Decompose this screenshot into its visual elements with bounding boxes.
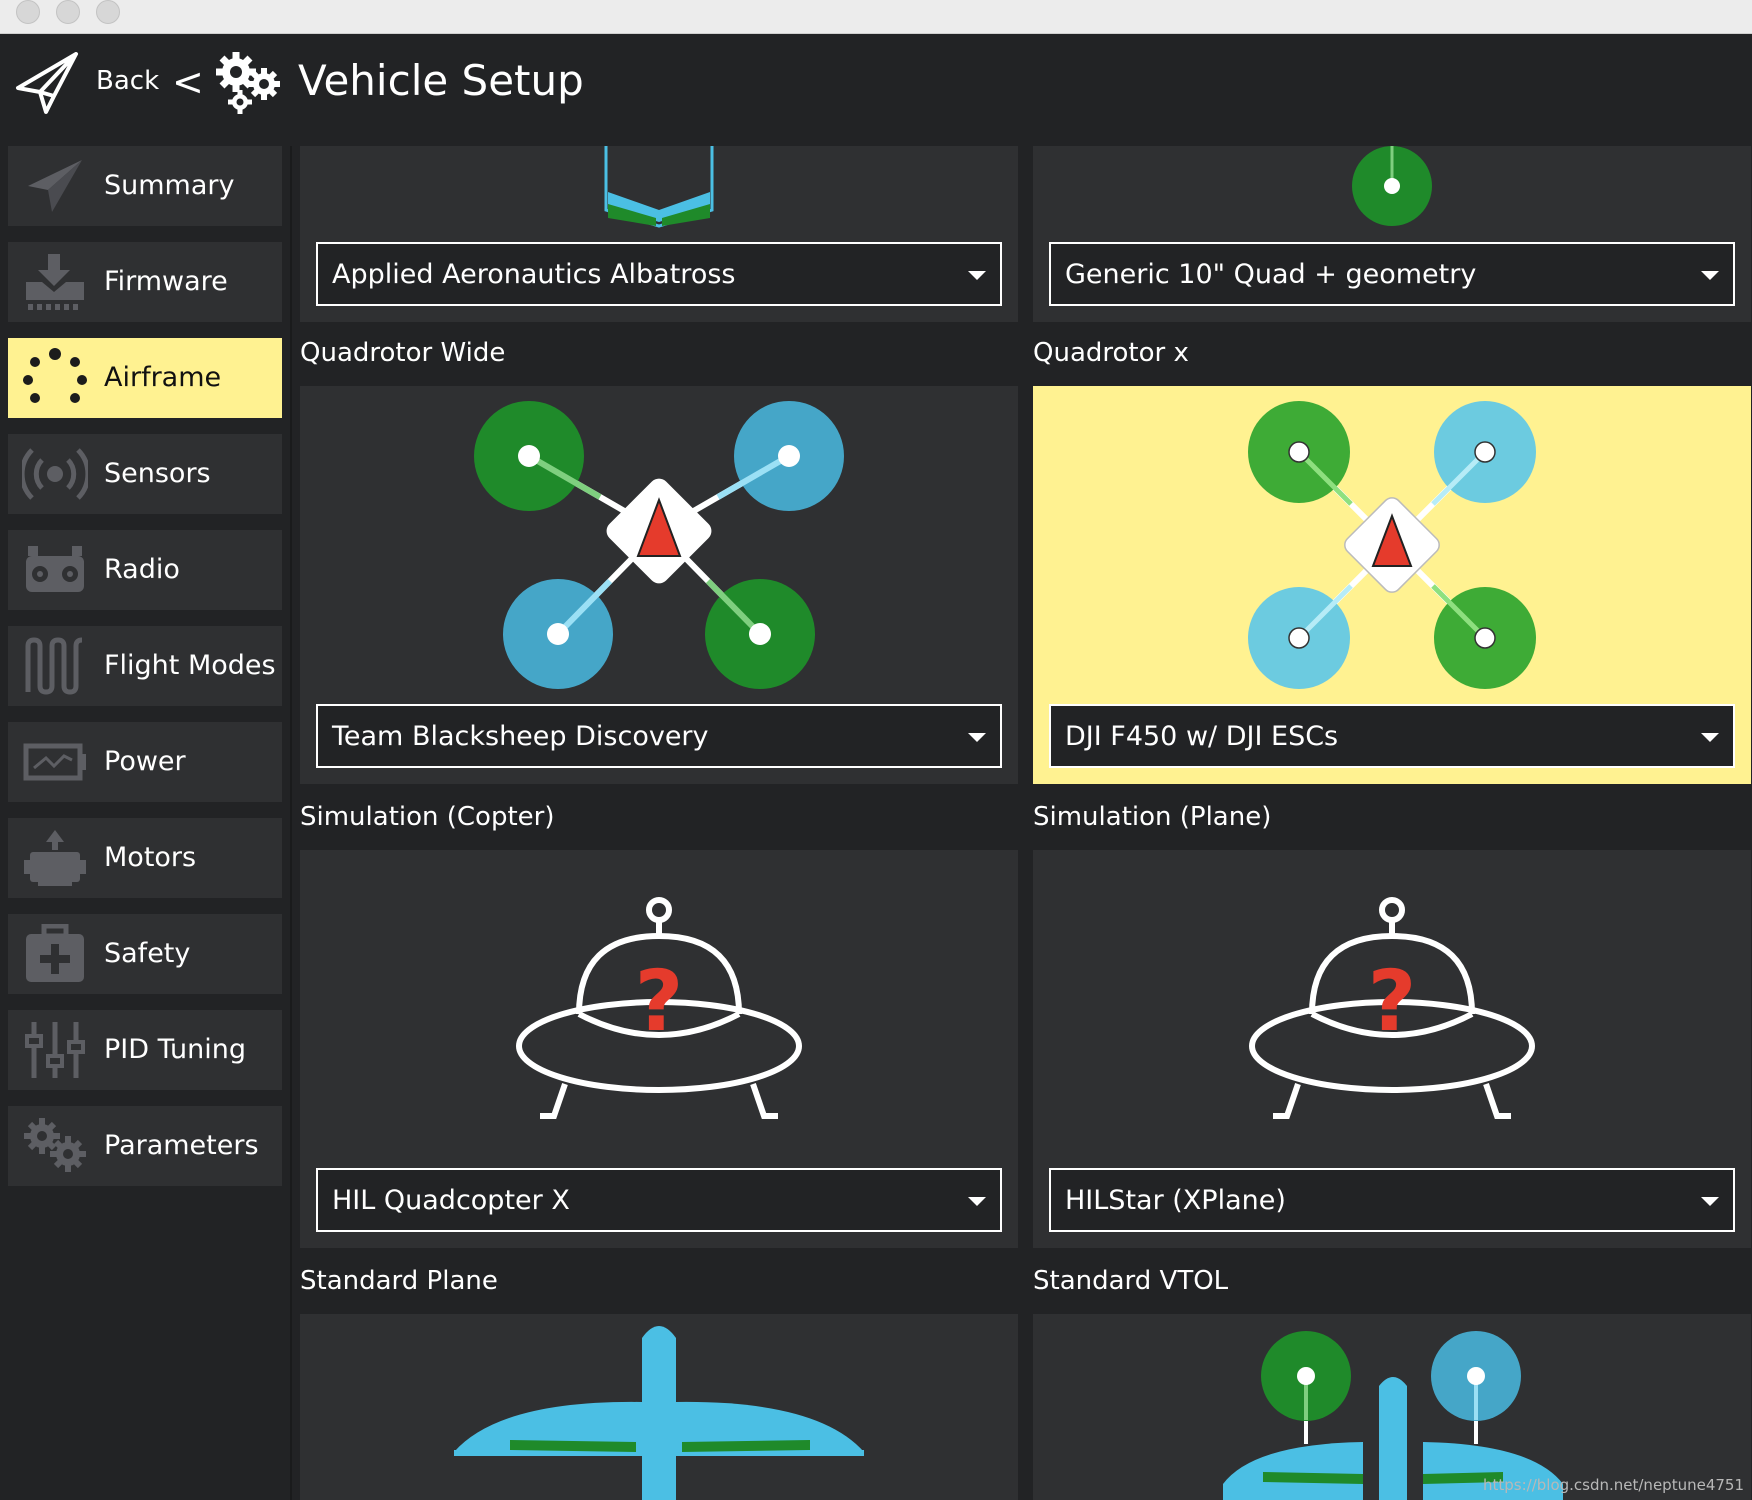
sidebar-item-airframe[interactable]: Airframe — [8, 338, 282, 418]
waveform-icon — [25, 637, 83, 695]
sidebar-item-sensors[interactable]: Sensors — [8, 434, 282, 514]
sidebar-item-radio[interactable]: Radio — [8, 530, 282, 610]
quadrotor-wide-illustration — [474, 401, 844, 689]
group-label-quadrotor-wide: Quadrotor Wide — [300, 338, 506, 368]
battery-icon — [23, 743, 86, 781]
group-label-simulation-copter: Simulation (Copter) — [300, 802, 555, 832]
dropdown-caret-icon — [1701, 271, 1719, 280]
sidebar-item-label: Airframe — [104, 362, 222, 393]
minimize-window-button[interactable] — [56, 0, 80, 24]
sidebar-item-label: Power — [104, 746, 186, 777]
dropdown-value: HIL Quadcopter X — [332, 1185, 570, 1216]
airframe-type-dropdown[interactable]: Team Blacksheep Discovery — [316, 704, 1002, 768]
motor-icon — [24, 830, 86, 886]
airframe-type-dropdown[interactable]: HIL Quadcopter X — [316, 1168, 1002, 1232]
sliders-icon — [25, 1022, 85, 1078]
back-button[interactable]: Back — [96, 66, 159, 96]
dropdown-value: Applied Aeronautics Albatross — [332, 259, 736, 290]
sidebar-item-power[interactable]: Power — [8, 722, 282, 802]
sidebar-item-pid-tuning[interactable]: PID Tuning — [8, 1010, 282, 1090]
close-window-button[interactable] — [16, 0, 40, 24]
airframe-card-flying-wing[interactable]: Applied Aeronautics Albatross — [300, 146, 1018, 322]
sidebar-item-label: Safety — [104, 938, 191, 969]
svg-text:?: ? — [1368, 952, 1417, 1050]
quadrotor-x-illustration — [1248, 401, 1536, 689]
zoom-window-button[interactable] — [96, 0, 120, 24]
airframe-card-quad-plus[interactable]: Generic 10" Quad + geometry — [1033, 146, 1751, 322]
ufo-unknown-icon: ? — [1249, 897, 1535, 1119]
standard-plane-illustration — [454, 1326, 864, 1500]
airframe-card-standard-vtol[interactable] — [1033, 1314, 1751, 1500]
sidebar-item-label: Parameters — [104, 1130, 259, 1161]
sidebar-item-label: PID Tuning — [104, 1034, 246, 1065]
standard-vtol-illustration — [1223, 1331, 1563, 1500]
group-label-standard-vtol: Standard VTOL — [1033, 1266, 1229, 1296]
gears-icon — [24, 1118, 86, 1172]
paper-plane-logo-icon[interactable] — [14, 50, 80, 116]
sidebar-item-motors[interactable]: Motors — [8, 818, 282, 898]
dropdown-caret-icon — [1701, 733, 1719, 742]
sidebar-item-parameters[interactable]: Parameters — [8, 1106, 282, 1186]
dropdown-value: HILStar (XPlane) — [1065, 1185, 1286, 1216]
first-aid-icon — [26, 924, 84, 982]
airframe-grid[interactable]: Applied Aeronautics Albatross Generic 10… — [292, 146, 1752, 1500]
sidebar-item-firmware[interactable]: Firmware — [8, 242, 282, 322]
quad-plus-illustration — [1352, 146, 1432, 226]
dropdown-caret-icon — [1701, 1197, 1719, 1206]
airframe-card-quadrotor-x[interactable]: DJI F450 w/ DJI ESCs — [1033, 386, 1751, 784]
airframe-card-simulation-plane[interactable]: ? HILStar (XPlane) — [1033, 850, 1751, 1248]
airframe-dots-icon — [23, 348, 87, 403]
page-title: Vehicle Setup — [298, 56, 584, 105]
sidebar-item-label: Summary — [104, 170, 235, 201]
airframe-card-simulation-copter[interactable]: ? HIL Quadcopter X — [300, 850, 1018, 1248]
breadcrumb-separator: < — [172, 60, 204, 104]
svg-text:?: ? — [635, 952, 684, 1050]
sidebar-item-safety[interactable]: Safety — [8, 914, 282, 994]
window-titlebar — [0, 0, 1752, 34]
dropdown-value: Generic 10" Quad + geometry — [1065, 259, 1477, 290]
sidebar-item-flight-modes[interactable]: Flight Modes — [8, 626, 282, 706]
gears-icon — [216, 52, 280, 114]
sensors-icon — [22, 448, 88, 500]
group-label-standard-plane: Standard Plane — [300, 1266, 498, 1296]
dropdown-value: Team Blacksheep Discovery — [332, 721, 709, 752]
ufo-unknown-icon: ? — [516, 897, 802, 1119]
radio-icon — [26, 546, 84, 592]
sidebar-item-label: Motors — [104, 842, 197, 873]
download-icon — [26, 254, 84, 310]
sidebar-item-label: Flight Modes — [104, 650, 276, 681]
group-label-quadrotor-x: Quadrotor x — [1033, 338, 1189, 368]
dropdown-caret-icon — [968, 1197, 986, 1206]
sidebar-item-label: Sensors — [104, 458, 211, 489]
watermark-text: https://blog.csdn.net/neptune4751 — [1482, 1476, 1744, 1494]
flying-wing-illustration — [604, 146, 714, 228]
airframe-type-dropdown[interactable]: Generic 10" Quad + geometry — [1049, 242, 1735, 306]
sidebar-item-label: Radio — [104, 554, 180, 585]
paper-plane-icon — [28, 160, 82, 212]
airframe-card-standard-plane[interactable] — [300, 1314, 1018, 1500]
airframe-type-dropdown[interactable]: HILStar (XPlane) — [1049, 1168, 1735, 1232]
airframe-type-dropdown[interactable]: DJI F450 w/ DJI ESCs — [1049, 704, 1735, 768]
airframe-type-dropdown[interactable]: Applied Aeronautics Albatross — [316, 242, 1002, 306]
sidebar-item-label: Firmware — [104, 266, 228, 297]
airframe-card-quadrotor-wide[interactable]: Team Blacksheep Discovery — [300, 386, 1018, 784]
dropdown-caret-icon — [968, 271, 986, 280]
dropdown-value: DJI F450 w/ DJI ESCs — [1065, 721, 1339, 752]
group-label-simulation-plane: Simulation (Plane) — [1033, 802, 1272, 832]
dropdown-caret-icon — [968, 733, 986, 742]
sidebar-item-summary[interactable]: Summary — [8, 146, 282, 226]
